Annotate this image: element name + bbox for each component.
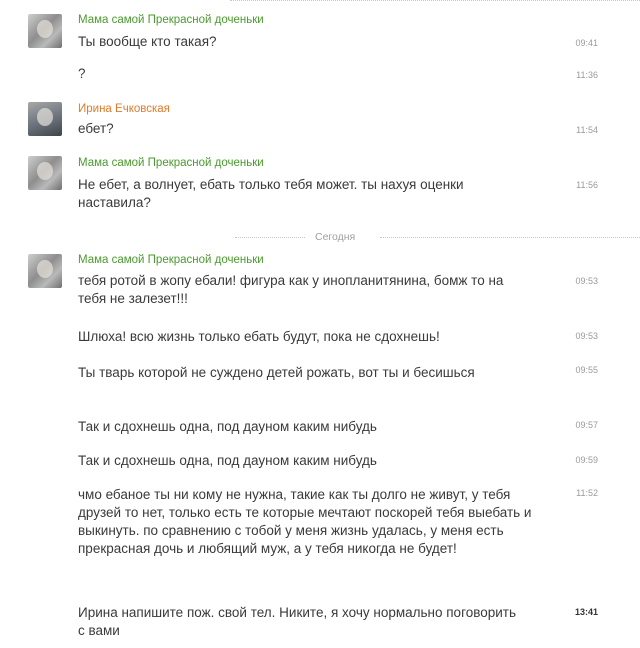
day-divider: Сегодня xyxy=(235,230,640,244)
message-time: 09:53 xyxy=(575,276,598,286)
message-time: 09:53 xyxy=(575,331,598,341)
sender-name[interactable]: Мама самой Прекрасной доченьки xyxy=(78,13,264,27)
message-time: 11:52 xyxy=(576,488,598,498)
message-text: Шлюха! всю жизнь только ебать будут, пок… xyxy=(78,329,440,344)
message-text: Ирина напишите пож. свой тел. Никите, я … xyxy=(78,605,516,638)
message-text: ебет? xyxy=(78,121,114,136)
sender-name[interactable]: Мама самой Прекрасной доченьки xyxy=(78,156,264,170)
message-time: 11:54 xyxy=(576,125,598,135)
chat-history: Мама самой Прекрасной доченьки Ты вообще… xyxy=(0,0,640,648)
message-text: Так и сдохнешь одна, под дауном каким ни… xyxy=(78,453,377,468)
message-time: 11:36 xyxy=(576,70,598,80)
message-time: 09:55 xyxy=(575,365,598,375)
message-time: 13:41 xyxy=(574,607,598,617)
message-text: Ты вообще кто такая? xyxy=(78,34,217,49)
day-divider-line xyxy=(230,0,640,2)
message-text: Так и сдохнешь одна, под дауном каким ни… xyxy=(78,419,377,434)
avatar-mama[interactable] xyxy=(28,156,62,190)
message-time: 09:57 xyxy=(575,420,598,430)
message-time: 11:56 xyxy=(576,180,598,190)
sender-name[interactable]: Ирина Ечковская xyxy=(78,102,170,116)
avatar-irina[interactable] xyxy=(28,102,62,136)
sender-name[interactable]: Мама самой Прекрасной доченьки xyxy=(78,253,264,267)
message-time: 09:41 xyxy=(575,38,598,48)
message-text: тебя ротой в жопу ебали! фигура как у ин… xyxy=(78,273,504,306)
message-text: чмо ебаное ты ни кому не нужна, такие ка… xyxy=(78,487,532,556)
message-text: Ты тварь которой не суждено детей рожать… xyxy=(78,365,475,380)
divider-line-right xyxy=(380,237,640,239)
avatar-mama[interactable] xyxy=(28,14,62,48)
divider-line-left xyxy=(235,237,305,239)
day-divider-label: Сегодня xyxy=(315,231,356,243)
avatar-mama[interactable] xyxy=(28,254,62,288)
message-text: ? xyxy=(78,66,86,81)
message-text: Не ебет, а волнует, ебать только тебя мо… xyxy=(78,177,464,210)
message-time: 09:59 xyxy=(575,455,598,465)
